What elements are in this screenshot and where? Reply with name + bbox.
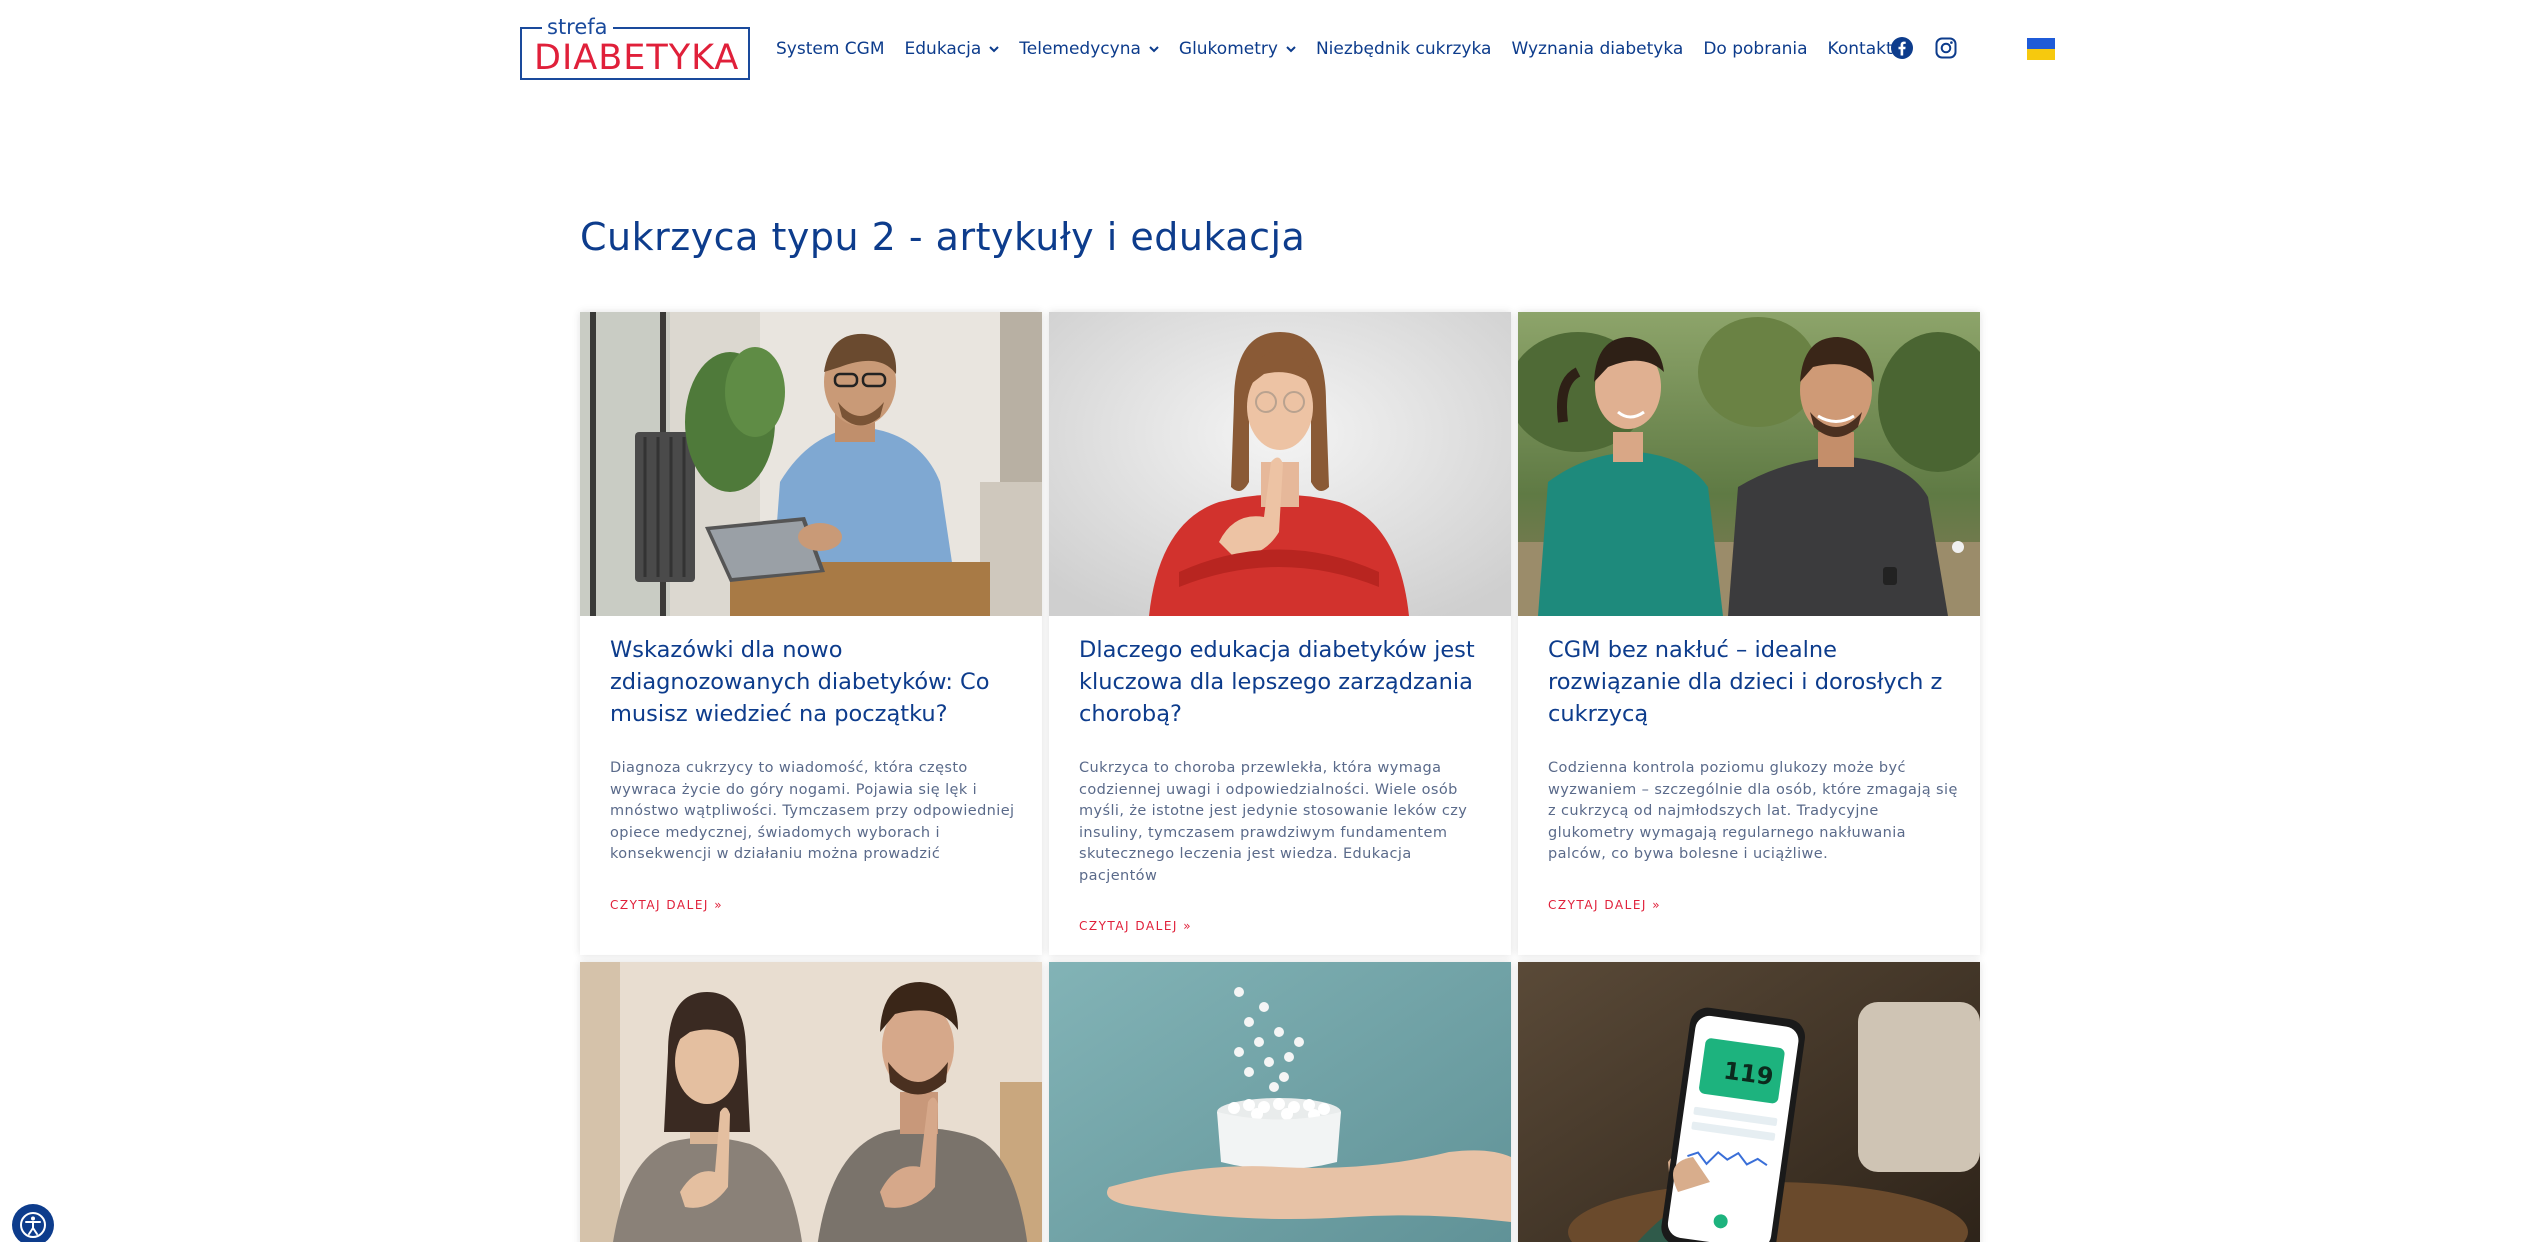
- article-excerpt: Diagnoza cukrzycy to wiadomość, która cz…: [610, 760, 1015, 862]
- phone-cgm-app-image[interactable]: 119: [1518, 962, 1980, 1242]
- read-more-link[interactable]: CZYTAJ DALEJ »: [610, 898, 723, 912]
- nav-label: Niezbędnik cukrzyka: [1315, 39, 1492, 59]
- article-title[interactable]: Wskazówki dla nowo zdiagnozowanych diabe…: [610, 634, 1020, 730]
- accessibility-button[interactable]: [12, 1204, 54, 1242]
- read-more-link[interactable]: CZYTAJ DALEJ »: [1079, 919, 1192, 933]
- article-card-body: Dlaczego edukacja diabetyków jest kluczo…: [1079, 634, 1489, 934]
- article-card[interactable]: [580, 962, 1042, 1242]
- nav-item-system-cgm[interactable]: System CGM: [776, 39, 885, 59]
- nav-item-kontakt[interactable]: Kontakt: [1828, 39, 1893, 59]
- nav-label: Telemedycyna: [1019, 39, 1141, 59]
- couple-thinking-image[interactable]: [580, 962, 1042, 1242]
- article-excerpt: Cukrzyca to choroba przewlekła, która wy…: [1079, 760, 1468, 884]
- article-excerpt: Codzienna kontrola poziomu glukozy może …: [1548, 760, 1958, 862]
- woman-thinking-image[interactable]: [1049, 312, 1511, 616]
- accessibility-icon: [20, 1212, 46, 1238]
- article-card[interactable]: Wskazówki dla nowo zdiagnozowanych diabe…: [580, 312, 1042, 955]
- read-more-link[interactable]: CZYTAJ DALEJ »: [1548, 898, 1661, 912]
- article-card-body: CGM bez nakłuć – idealne rozwiązanie dla…: [1548, 634, 1958, 913]
- instagram-icon[interactable]: [1934, 36, 1958, 60]
- logo-big-text: DIABETYKA: [534, 38, 740, 78]
- nav-label: Wyznania diabetyka: [1511, 39, 1684, 59]
- chevron-down-icon: [989, 46, 999, 53]
- facebook-icon[interactable]: [1890, 36, 1914, 60]
- nav-item-edukacja[interactable]: Edukacja: [905, 39, 1000, 59]
- nav-label: Edukacja: [904, 39, 982, 59]
- couple-running-image[interactable]: [1518, 312, 1980, 616]
- nav-item-niezbednik[interactable]: Niezbędnik cukrzyka: [1316, 39, 1492, 59]
- article-title[interactable]: Dlaczego edukacja diabetyków jest kluczo…: [1079, 634, 1489, 730]
- nav-item-do-pobrania[interactable]: Do pobrania: [1703, 39, 1807, 59]
- nav-label: Do pobrania: [1703, 39, 1808, 59]
- page-title: Cukrzyca typu 2 - artykuły i edukacja: [580, 215, 1306, 259]
- ukraine-flag-icon[interactable]: [2027, 38, 2055, 60]
- article-card[interactable]: Dlaczego edukacja diabetyków jest kluczo…: [1049, 312, 1511, 955]
- site-header: strefa DIABETYKA System CGM Edukacja Tel…: [0, 0, 2529, 100]
- nav-item-wyznania[interactable]: Wyznania diabetyka: [1511, 39, 1683, 59]
- article-card-body: Wskazówki dla nowo zdiagnozowanych diabe…: [610, 634, 1020, 913]
- nav-label: Glukometry: [1178, 39, 1278, 59]
- article-title[interactable]: CGM bez nakłuć – idealne rozwiązanie dla…: [1548, 634, 1958, 730]
- chevron-down-icon: [1149, 46, 1159, 53]
- man-reading-tablet-image[interactable]: [580, 312, 1042, 616]
- nav-item-telemedycyna[interactable]: Telemedycyna: [1019, 39, 1159, 59]
- article-card[interactable]: [1049, 962, 1511, 1242]
- nav-label: System CGM: [776, 39, 885, 59]
- site-logo[interactable]: strefa DIABETYKA: [520, 16, 750, 80]
- article-card[interactable]: 119: [1518, 962, 1980, 1242]
- chevron-down-icon: [1286, 46, 1296, 53]
- article-card[interactable]: CGM bez nakłuć – idealne rozwiązanie dla…: [1518, 312, 1980, 955]
- main-nav: System CGM Edukacja Telemedycyna Glukome…: [776, 34, 1913, 64]
- nav-label: Kontakt: [1827, 39, 1893, 59]
- logo-small-text: strefa: [542, 16, 613, 38]
- nav-item-glukometry[interactable]: Glukometry: [1179, 39, 1296, 59]
- hand-with-pills-image[interactable]: [1049, 962, 1511, 1242]
